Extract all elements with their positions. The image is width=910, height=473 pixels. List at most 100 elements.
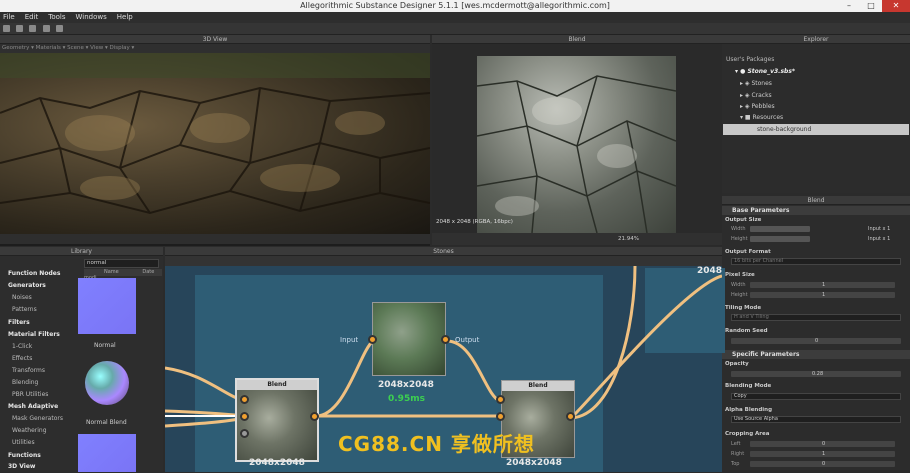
base-parameters-section[interactable]: Base Parameters (722, 206, 910, 215)
tree-item-resources[interactable]: ▾ ■ Resources (740, 112, 783, 123)
library-title: Library (71, 248, 92, 255)
node-blend-1[interactable]: Blend (235, 378, 319, 462)
tiling-mode-dropdown[interactable]: H and V Tiling (731, 314, 901, 321)
tree-item-pebbles[interactable]: ▸ ◈ Pebbles (740, 101, 775, 112)
library-category[interactable]: Utilities (0, 437, 72, 449)
new-icon[interactable] (3, 25, 10, 32)
px-width-label: Width (731, 282, 746, 288)
zoom-level[interactable]: 21.94% (618, 236, 639, 242)
blend1-size: 2048x2048 (249, 458, 305, 468)
library-category[interactable]: Blending (0, 377, 72, 389)
blend2-port-out[interactable] (566, 412, 575, 421)
blend2-size: 2048x2048 (506, 458, 562, 468)
params-header: Blend (722, 196, 910, 205)
view2d-size-label: 2048 x 2048 (RGBA, 16bpc) (436, 219, 513, 225)
tree-item-stones[interactable]: ▸ ◈ Stones (740, 78, 772, 89)
library-category[interactable]: Function Nodes (0, 268, 72, 280)
view3d-menu-bar[interactable]: Geometry ▾ Materials ▾ Scene ▾ View ▾ Di… (0, 44, 430, 53)
thumb-normal-3[interactable] (78, 434, 136, 472)
thumb-normal-label: Normal (94, 342, 116, 349)
tree-label: Stones (751, 80, 772, 87)
blend2-port-fg[interactable] (496, 395, 505, 404)
thumb-normal-blend-label: Normal Blend (86, 419, 127, 426)
menu-file[interactable]: File (3, 12, 15, 23)
view3d-viewport[interactable] (0, 53, 430, 234)
main-toolbar (0, 23, 910, 35)
tree-label: Resources (752, 114, 784, 121)
px-height-value: 1 (822, 292, 826, 298)
explorer-title: Explorer (803, 36, 829, 43)
blend1-port-fg[interactable] (240, 395, 249, 404)
library-category[interactable]: PBR Utilities (0, 389, 72, 401)
tiling-mode-label: Tiling Mode (725, 305, 762, 311)
crop-top-value: 0 (822, 461, 826, 467)
blending-mode-dropdown[interactable]: Copy (731, 393, 901, 400)
library-search-input[interactable]: normal (84, 259, 159, 268)
graph-title: Stones (433, 248, 454, 255)
menu-tools[interactable]: Tools (48, 12, 65, 23)
save-icon[interactable] (29, 25, 37, 32)
tree-item-stone-background[interactable]: stone-background (723, 124, 909, 135)
blending-mode-label: Blending Mode (725, 383, 772, 389)
library-category[interactable]: Material Filters (0, 329, 72, 341)
width-slider[interactable] (750, 226, 810, 232)
opacity-value: 0.28 (812, 371, 824, 377)
thumb-normal[interactable] (78, 278, 136, 334)
random-seed-label: Random Seed (725, 328, 768, 334)
view2d-texture[interactable] (477, 56, 676, 233)
library-category[interactable]: Noises (0, 292, 72, 304)
output-format-label: Output Format (725, 249, 771, 255)
column-name[interactable]: Name (104, 269, 119, 275)
cropping-area-label: Cropping Area (725, 431, 770, 437)
tree-label: Cracks (751, 92, 772, 99)
node-input-port[interactable] (368, 335, 377, 344)
specific-parameters-section[interactable]: Specific Parameters (722, 350, 910, 359)
node-preview (373, 303, 445, 375)
node-blend-2-title: Blend (502, 381, 574, 391)
close-button[interactable]: ✕ (882, 0, 910, 12)
height-mode[interactable]: Input x 1 (868, 236, 890, 242)
output-format-dropdown[interactable]: 16 bits per Channel (731, 258, 901, 265)
library-category[interactable]: 1-Click (0, 341, 72, 353)
library-category[interactable]: Transforms (0, 365, 72, 377)
library-header: Library (0, 247, 163, 256)
window-title: Allegorithmic Substance Designer 5.1.1 [… (300, 1, 610, 10)
blend-texture (477, 75, 676, 233)
library-columns: Name Date modi (84, 269, 162, 281)
redo-icon[interactable] (55, 25, 63, 32)
library-category[interactable]: Filters (0, 317, 72, 329)
node-input-output[interactable] (372, 302, 446, 376)
maximize-button[interactable]: □ (860, 0, 882, 12)
open-icon[interactable] (16, 25, 24, 32)
blend2-port-bg[interactable] (496, 412, 505, 421)
width-mode[interactable]: Input x 1 (868, 226, 890, 232)
node-output-port[interactable] (441, 335, 450, 344)
library-category[interactable]: Mask Generators (0, 413, 72, 425)
tree-item-cracks[interactable]: ▸ ◈ Cracks (740, 90, 772, 101)
offscreen-node-size: 2048 (697, 266, 723, 276)
tree-label: stone-background (757, 126, 812, 133)
view3d-statusbar (0, 234, 430, 244)
library-category[interactable]: Effects (0, 353, 72, 365)
node-preview (237, 390, 317, 460)
menu-windows[interactable]: Windows (76, 12, 107, 23)
menu-help[interactable]: Help (117, 12, 133, 23)
height-slider[interactable] (750, 236, 810, 242)
stone-render (0, 53, 430, 215)
alpha-blending-dropdown[interactable]: Use Source Alpha (731, 416, 901, 423)
blend1-port-mask[interactable] (240, 429, 249, 438)
minimize-button[interactable]: – (838, 0, 860, 12)
library-category[interactable]: Patterns (0, 304, 72, 316)
undo-icon[interactable] (42, 25, 50, 32)
blend1-port-out[interactable] (310, 412, 319, 421)
menu-edit[interactable]: Edit (25, 12, 39, 23)
library-category[interactable]: Weathering (0, 425, 72, 437)
library-category[interactable]: 3D View (0, 461, 72, 473)
crop-left-value: 0 (822, 441, 826, 447)
blend1-port-bg[interactable] (240, 412, 249, 421)
explorer-package[interactable]: ▾ ● Stone_v3.sbs* (735, 66, 795, 77)
width-label: Width (731, 226, 746, 232)
library-category[interactable]: Generators (0, 280, 72, 292)
library-category[interactable]: Mesh Adaptive (0, 401, 72, 413)
thumb-normal-blend[interactable] (85, 361, 129, 405)
